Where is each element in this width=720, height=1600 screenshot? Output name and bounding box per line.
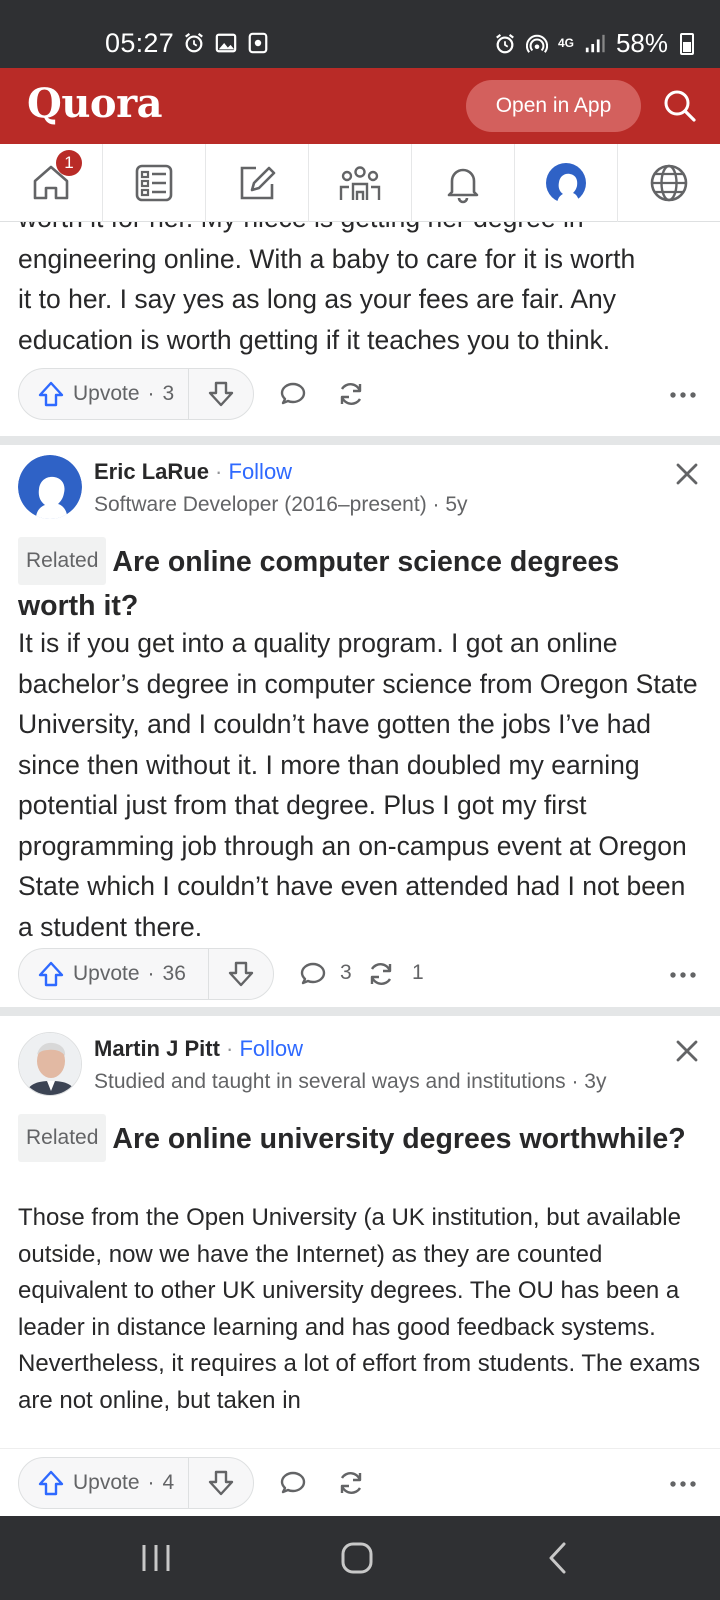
author-name[interactable]: Eric LaRue: [94, 459, 209, 484]
downvote-arrow-icon: [228, 961, 254, 987]
answer-card: worth it for her. My niece is getting he…: [0, 222, 720, 436]
related-tag: Related: [18, 537, 107, 585]
close-icon[interactable]: [672, 1036, 702, 1066]
author-credential: Studied and taught in several ways and i…: [94, 1070, 607, 1093]
notification-icons: [183, 32, 269, 54]
author-photo: [19, 1033, 81, 1095]
alarm-icon: [496, 33, 514, 53]
author-name[interactable]: Martin J Pitt: [94, 1036, 220, 1061]
more-options-icon[interactable]: [668, 1469, 698, 1499]
hotspot-icon: [525, 34, 548, 53]
vote-control: Upvote · 36: [18, 948, 274, 1000]
share-count: 1: [412, 961, 424, 984]
answer-body[interactable]: Those from the Open University (a UK ins…: [0, 1200, 720, 1419]
downvote-button[interactable]: [189, 1458, 253, 1508]
tab-languages[interactable]: [618, 144, 720, 222]
card-divider: [0, 1007, 720, 1016]
answer-actions: Upvote · 36 3 1: [18, 948, 702, 1000]
main-navigation: 1: [0, 144, 720, 222]
spaces-icon: [339, 166, 381, 200]
profile-icon: [546, 163, 586, 205]
tab-following[interactable]: [103, 144, 206, 222]
notifications-icon: [447, 168, 479, 204]
network-type: 4G: [557, 36, 574, 50]
vote-control: Upvote · 3: [18, 368, 255, 420]
answer-body[interactable]: worth it for her. My niece is getting he…: [0, 222, 720, 360]
comment-count: 3: [340, 961, 352, 984]
upvote-arrow-icon: [38, 1470, 64, 1496]
status-bar: 05:27 4G 58%: [0, 0, 720, 68]
share-icon[interactable]: [336, 379, 366, 409]
answer-author: Martin J Pitt · Follow Studied and taugh…: [18, 1032, 702, 1102]
vote-control: Upvote · 4: [18, 1457, 255, 1509]
tab-notifications[interactable]: [412, 144, 515, 222]
search-icon[interactable]: [660, 86, 700, 126]
related-answer-card: Martin J Pitt · Follow Studied and taugh…: [0, 1016, 720, 1516]
upvote-count: 36: [162, 962, 186, 985]
upvote-count: 3: [162, 382, 175, 405]
avatar[interactable]: [18, 455, 82, 519]
upvote-arrow-icon: [38, 961, 64, 987]
sticky-actions-container: Upvote · 4: [0, 1448, 720, 1516]
recent-apps-icon[interactable]: [139, 1541, 173, 1575]
open-in-app-button[interactable]: Open in App: [466, 80, 641, 132]
comment-icon[interactable]: [278, 1468, 308, 1498]
tab-answer[interactable]: [206, 144, 309, 222]
share-icon[interactable]: [336, 1468, 366, 1498]
upvote-count: 4: [162, 1471, 175, 1494]
tab-home[interactable]: 1: [0, 144, 103, 222]
answer-author: Eric LaRue · Follow Software Developer (…: [18, 455, 702, 525]
signal-icon: [585, 34, 605, 52]
related-tag: Related: [18, 1114, 107, 1162]
related-answer-card: Eric LaRue · Follow Software Developer (…: [0, 445, 720, 1013]
downvote-button[interactable]: [209, 949, 273, 999]
author-credential: Software Developer (2016–present) · 5y: [94, 493, 468, 516]
more-options-icon[interactable]: [668, 960, 698, 990]
gallery-icon: [215, 33, 237, 53]
answer-body[interactable]: It is if you get into a quality program.…: [0, 623, 720, 947]
question-title[interactable]: Related Are online university degrees wor…: [0, 1114, 704, 1162]
close-icon[interactable]: [672, 459, 702, 489]
downvote-arrow-icon: [209, 381, 234, 407]
follow-button[interactable]: Follow: [229, 459, 293, 484]
battery-percent: 58%: [615, 28, 668, 58]
upvote-arrow-icon: [38, 381, 64, 407]
home-notification-badge: 1: [56, 150, 82, 176]
home-button-icon[interactable]: [340, 1541, 374, 1575]
alarm-icon: [185, 32, 203, 53]
write-icon: [240, 166, 276, 200]
author-line: Eric LaRue · Follow: [94, 459, 293, 484]
tab-profile[interactable]: [515, 144, 618, 222]
answer-actions: Upvote · 4: [18, 1457, 702, 1509]
default-avatar-icon: [18, 455, 82, 519]
upvote-button[interactable]: Upvote · 36: [19, 949, 209, 999]
feed: worth it for her. My niece is getting he…: [0, 222, 720, 1516]
comment-icon[interactable]: [278, 379, 308, 409]
question-title[interactable]: Related Are online computer science degre…: [0, 537, 720, 627]
follow-button[interactable]: Follow: [239, 1036, 303, 1061]
app-header: Quora Open in App: [0, 68, 720, 144]
back-icon[interactable]: [542, 1541, 576, 1575]
battery-icon: [680, 32, 694, 55]
upvote-button[interactable]: Upvote · 3: [19, 369, 190, 419]
tab-spaces[interactable]: [309, 144, 412, 222]
globe-icon: [650, 164, 688, 202]
system-icons: 4G 58%: [494, 28, 694, 59]
downvote-arrow-icon: [209, 1470, 234, 1496]
comment-icon[interactable]: [298, 959, 328, 989]
system-navigation-bar: [0, 1516, 720, 1600]
clock: 05:27: [105, 28, 175, 58]
screenshot-icon: [248, 32, 268, 54]
share-icon[interactable]: [366, 959, 396, 989]
quora-logo[interactable]: Quora: [27, 80, 163, 127]
more-options-icon[interactable]: [668, 380, 698, 410]
following-icon: [135, 164, 173, 202]
avatar[interactable]: [18, 1032, 82, 1096]
downvote-button[interactable]: [189, 369, 253, 419]
answer-actions: Upvote · 3: [18, 368, 702, 420]
card-divider: [0, 436, 720, 445]
author-line: Martin J Pitt · Follow: [94, 1036, 304, 1061]
upvote-button[interactable]: Upvote · 4: [19, 1458, 190, 1508]
